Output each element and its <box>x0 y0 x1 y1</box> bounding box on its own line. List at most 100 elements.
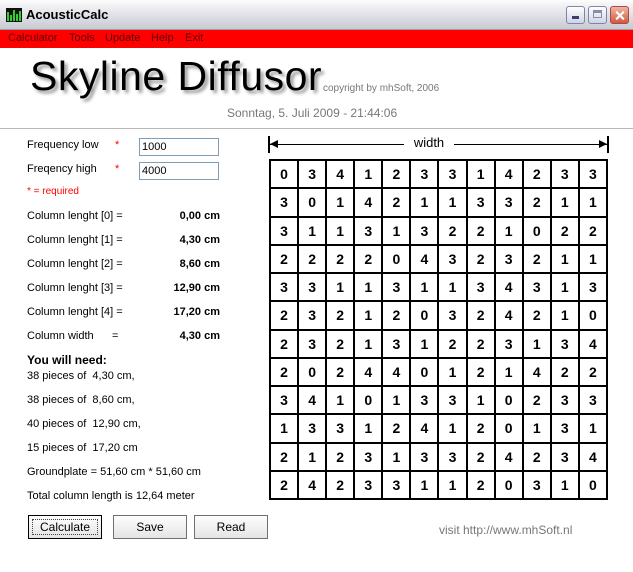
grid-cell: 0 <box>297 356 328 388</box>
grid-cell: 3 <box>297 271 328 303</box>
grid-cell: 0 <box>577 300 609 331</box>
grid-cell: 1 <box>353 158 384 190</box>
grid-cell: 3 <box>268 187 300 218</box>
minimize-button[interactable] <box>566 6 585 24</box>
grid-cell: 2 <box>381 158 412 190</box>
calculate-button[interactable]: Calculate <box>28 515 102 539</box>
menu-exit[interactable]: Exit <box>185 32 203 44</box>
grid-cell: 4 <box>353 187 384 218</box>
grid-cell: 4 <box>297 469 328 501</box>
freq-high-input[interactable] <box>139 162 219 180</box>
grid-cell: 2 <box>268 441 300 472</box>
grid-cell: 3 <box>437 300 468 331</box>
menu-calculator[interactable]: Calculator <box>8 32 58 44</box>
diffusor-grid: 0341233142333014211332113113132210222222… <box>268 158 609 501</box>
grid-cell: 1 <box>297 215 328 246</box>
needs-title: You will need: <box>27 353 107 367</box>
grid-row: 341013310233 <box>268 384 609 416</box>
grid-cell: 0 <box>493 384 524 416</box>
required-note: * = required <box>27 186 79 197</box>
maximize-button[interactable] <box>588 6 607 24</box>
grid-row: 232120324210 <box>268 300 609 331</box>
grid-cell: 4 <box>521 356 552 388</box>
website-link[interactable]: visit http://www.mhSoft.nl <box>439 523 572 537</box>
freq-low-input[interactable] <box>139 138 219 156</box>
menu-tools[interactable]: Tools <box>69 32 95 44</box>
grid-cell: 4 <box>577 441 609 472</box>
grid-cell: 4 <box>353 356 384 388</box>
grid-cell: 1 <box>297 441 328 472</box>
grid-cell: 1 <box>381 215 412 246</box>
column-3-label: Column lenght [3] = <box>27 282 123 294</box>
grid-cell: 1 <box>437 271 468 303</box>
grid-cell: 2 <box>268 300 300 331</box>
grid-cell: 1 <box>325 384 356 416</box>
grid-cell: 4 <box>381 356 412 388</box>
grid-cell: 0 <box>353 384 384 416</box>
save-button[interactable]: Save <box>113 515 187 539</box>
required-star: * <box>115 163 120 175</box>
menu-update[interactable]: Update <box>105 32 140 44</box>
title-bar[interactable]: AcousticCalc <box>0 0 633 30</box>
grid-cell: 1 <box>549 187 580 218</box>
grid-cell: 3 <box>297 300 328 331</box>
column-0-label: Column lenght [0] = <box>27 210 123 222</box>
grid-cell: 1 <box>409 271 440 303</box>
grid-cell: 1 <box>353 328 384 359</box>
grid-cell: 0 <box>521 215 552 246</box>
grid-cell: 3 <box>409 158 440 190</box>
grid-cell: 2 <box>465 413 496 444</box>
grid-cell: 1 <box>353 413 384 444</box>
total-length-text: Total column length is 12,64 meter <box>27 490 195 502</box>
ruler-right-end <box>607 136 609 153</box>
grid-cell: 3 <box>549 384 580 416</box>
grid-cell: 1 <box>409 187 440 218</box>
grid-cell: 2 <box>381 187 412 218</box>
grid-cell: 2 <box>268 356 300 388</box>
grid-row: 034123314233 <box>268 158 609 190</box>
grid-cell: 3 <box>437 243 468 275</box>
grid-cell: 1 <box>549 271 580 303</box>
close-button[interactable] <box>610 6 629 24</box>
grid-cell: 3 <box>465 187 496 218</box>
grid-cell: 2 <box>465 215 496 246</box>
grid-cell: 3 <box>493 243 524 275</box>
grid-cell: 3 <box>521 469 552 501</box>
grid-cell: 3 <box>577 384 609 416</box>
grid-cell: 3 <box>549 328 580 359</box>
grid-cell: 3 <box>437 441 468 472</box>
grid-cell: 2 <box>521 441 552 472</box>
column-1-value: 4,30 cm <box>179 234 220 246</box>
menu-help[interactable]: Help <box>151 32 174 44</box>
grid-cell: 2 <box>521 158 552 190</box>
grid-cell: 3 <box>353 215 384 246</box>
grid-row: 202440121422 <box>268 356 609 388</box>
grid-cell: 1 <box>409 328 440 359</box>
grid-cell: 2 <box>325 441 356 472</box>
grid-row: 331131134313 <box>268 271 609 303</box>
grid-cell: 1 <box>353 271 384 303</box>
grid-row: 212313324234 <box>268 441 609 472</box>
grid-cell: 2 <box>465 469 496 501</box>
grid-cell: 2 <box>521 384 552 416</box>
grid-cell: 3 <box>493 328 524 359</box>
grid-cell: 3 <box>268 271 300 303</box>
grid-cell: 2 <box>437 215 468 246</box>
grid-cell: 3 <box>409 384 440 416</box>
grid-cell: 4 <box>577 328 609 359</box>
grid-row: 242331120310 <box>268 469 609 501</box>
grid-cell: 2 <box>325 356 356 388</box>
grid-cell: 2 <box>465 328 496 359</box>
window-title: AcousticCalc <box>26 7 109 22</box>
grid-cell: 3 <box>409 215 440 246</box>
column-1-label: Column lenght [1] = <box>27 234 123 246</box>
grid-cell: 1 <box>493 356 524 388</box>
grid-cell: 3 <box>549 158 580 190</box>
grid-cell: 2 <box>381 413 412 444</box>
grid-cell: 3 <box>297 328 328 359</box>
grid-cell: 1 <box>521 413 552 444</box>
grid-cell: 2 <box>521 187 552 218</box>
grid-cell: 1 <box>549 469 580 501</box>
read-button[interactable]: Read <box>194 515 268 539</box>
grid-cell: 2 <box>325 243 356 275</box>
